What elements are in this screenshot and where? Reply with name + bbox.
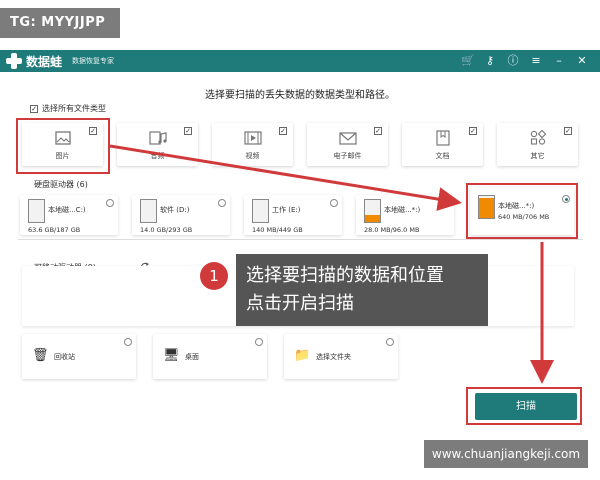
other-icon	[530, 130, 546, 145]
drive-radio[interactable]	[106, 199, 114, 207]
drive-item[interactable]: 工作 (E:) 140 MB/449 GB	[244, 195, 342, 235]
drive-radio[interactable]	[330, 199, 338, 207]
audio-icon	[148, 131, 167, 145]
file-type-label: 视频	[245, 152, 260, 160]
file-type-label: 电子邮件	[333, 152, 362, 160]
drive-size: 63.6 GB/187 GB	[28, 226, 81, 234]
title-bar: 数据蛙 数据恢复专家 🛒 ⚷ ⓘ ≡ – ✕	[0, 50, 600, 72]
usb-drive-icon	[364, 199, 381, 223]
select-all-checkbox[interactable]: ✓ 选择所有文件类型	[30, 103, 106, 114]
drive-size: 140 MB/449 GB	[252, 226, 303, 234]
logo-plus-icon	[5, 52, 23, 70]
drive-radio[interactable]	[442, 199, 450, 207]
file-type-card-other[interactable]: ✓ 其它	[497, 123, 578, 166]
location-desktop[interactable]: 🖥 桌面	[153, 334, 267, 379]
drive-name: 本地磁...*:)	[384, 206, 421, 214]
select-all-label: 选择所有文件类型	[42, 104, 106, 113]
checkbox-icon[interactable]: ✓	[374, 127, 382, 135]
location-radio[interactable]	[255, 338, 263, 346]
close-icon[interactable]: ✕	[576, 54, 588, 68]
checkbox-icon[interactable]: ✓	[279, 127, 287, 135]
file-type-card-document[interactable]: ✓ 文档	[402, 123, 483, 166]
watermark-bottom: www.chuanjiangkeji.com	[424, 440, 588, 468]
drive-item[interactable]: 本地磁...C:) 63.6 GB/187 GB	[20, 195, 118, 235]
highlight-box-drive	[466, 183, 578, 239]
drive-item[interactable]: 软件 (D:) 14.0 GB/293 GB	[132, 195, 230, 235]
file-type-card-video[interactable]: ✓ 视频	[212, 123, 293, 166]
drive-name: 工作 (E:)	[272, 206, 301, 214]
menu-icon[interactable]: ≡	[530, 54, 542, 68]
file-type-label: 音频	[150, 152, 165, 160]
drive-size: 14.0 GB/293 GB	[140, 226, 193, 234]
drive-name: 软件 (D:)	[160, 206, 190, 214]
hard-drive-icon	[140, 199, 157, 223]
app-window: 数据蛙 数据恢复专家 🛒 ⚷ ⓘ ≡ – ✕ 选择要扫描的丢失数据的数据类型和路…	[0, 50, 600, 428]
video-icon	[243, 131, 262, 145]
app-name: 数据蛙	[26, 55, 63, 69]
titlebar-icons: 🛒 ⚷ ⓘ ≡ – ✕	[461, 52, 588, 70]
drive-size: 28.0 MB/96.0 MB	[364, 226, 420, 234]
location-recycle-bin[interactable]: 🗑 回收站	[22, 334, 136, 379]
file-type-label: 其它	[530, 152, 545, 160]
checkbox-icon[interactable]: ✓	[564, 127, 572, 135]
location-select-folder[interactable]: 📁 选择文件夹	[284, 334, 398, 379]
callout-line-1: 选择要扫描的数据和位置	[246, 265, 444, 286]
location-label: 回收站	[54, 353, 75, 361]
watermark-top: TG: MYYJJPP	[0, 8, 120, 38]
app-subtitle: 数据恢复专家	[72, 57, 114, 65]
desktop-icon: 🖥	[163, 348, 180, 363]
minimize-icon[interactable]: –	[553, 54, 565, 68]
callout-number: 1	[200, 262, 228, 290]
drive-radio[interactable]	[218, 199, 226, 207]
location-radio[interactable]	[386, 338, 394, 346]
file-type-label: 文档	[435, 152, 450, 160]
checkbox-icon[interactable]: ✓	[184, 127, 192, 135]
checkbox-icon[interactable]: ✓	[469, 127, 477, 135]
info-icon[interactable]: ⓘ	[507, 54, 519, 68]
hard-drive-icon	[252, 199, 269, 223]
key-icon[interactable]: ⚷	[484, 54, 496, 68]
page-heading: 选择要扫描的丢失数据的数据类型和路径。	[205, 90, 395, 101]
drive-name: 本地磁...C:)	[48, 206, 86, 214]
location-radio[interactable]	[124, 338, 132, 346]
location-label: 桌面	[185, 353, 199, 361]
drive-fill	[365, 215, 380, 222]
checkbox-icon[interactable]: ✓	[30, 104, 38, 113]
highlight-box-image	[16, 118, 110, 174]
recycle-bin-icon: 🗑	[32, 348, 49, 363]
document-icon	[435, 130, 450, 146]
email-icon	[338, 132, 357, 145]
location-label: 选择文件夹	[316, 353, 351, 361]
file-type-card-email[interactable]: ✓ 电子邮件	[307, 123, 388, 166]
callout-line-2: 点击开启扫描	[246, 293, 354, 314]
cart-icon[interactable]: 🛒	[461, 54, 475, 68]
folder-icon: 📁	[294, 348, 311, 363]
drive-item[interactable]: 本地磁...*:) 28.0 MB/96.0 MB	[356, 195, 454, 235]
highlight-box-scan	[466, 387, 582, 425]
hard-drive-icon	[28, 199, 45, 223]
callout-box: 选择要扫描的数据和位置 点击开启扫描	[236, 254, 488, 326]
file-type-card-audio[interactable]: ✓ 音频	[117, 123, 198, 166]
